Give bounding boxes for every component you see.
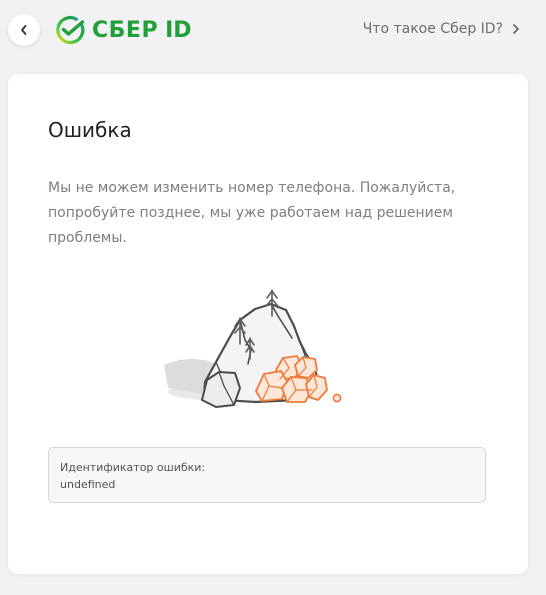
error-title: Ошибка [48,118,132,142]
error-id-value: undefined [60,478,116,491]
rocks-illustration [164,289,342,408]
back-button[interactable] [8,14,40,46]
error-card: Ошибка Мы не можем изменить номер телефо… [8,74,528,574]
logo-id-text: ID [165,17,192,43]
what-is-sber-id-label: Что такое Сбер ID? [362,21,503,37]
error-id-box: Идентификатор ошибки: undefined [48,447,486,503]
error-message: Мы не можем изменить номер телефона. Пож… [48,180,456,246]
header: СБЕР ID Что такое Сбер ID? [0,0,546,60]
sber-id-logo[interactable]: СБЕР ID [55,14,192,46]
error-id-label: Идентификатор ошибки: [60,461,206,474]
logo-text: СБЕР [92,17,159,43]
what-is-sber-id-link[interactable]: Что такое Сбер ID? [363,21,520,37]
chevron-right-icon [513,24,519,34]
sber-logo-icon [56,15,85,45]
chevron-left-icon [21,25,27,35]
